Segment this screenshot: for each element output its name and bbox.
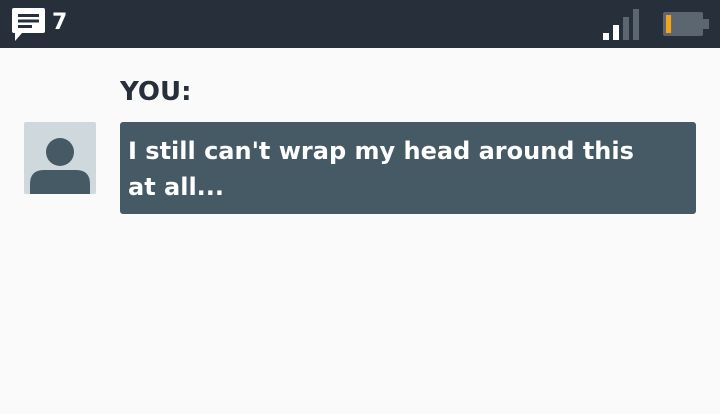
- sender-label: YOU:: [120, 77, 192, 107]
- avatar-icon: [30, 138, 90, 194]
- battery-icon: [663, 12, 709, 36]
- status-bar: 7: [0, 0, 720, 48]
- avatar: [24, 122, 96, 194]
- message-count: 7: [52, 10, 68, 35]
- signal-icon: [603, 9, 639, 40]
- message-icon[interactable]: [12, 8, 45, 41]
- message-bubble: I still can't wrap my head around this a…: [120, 122, 696, 214]
